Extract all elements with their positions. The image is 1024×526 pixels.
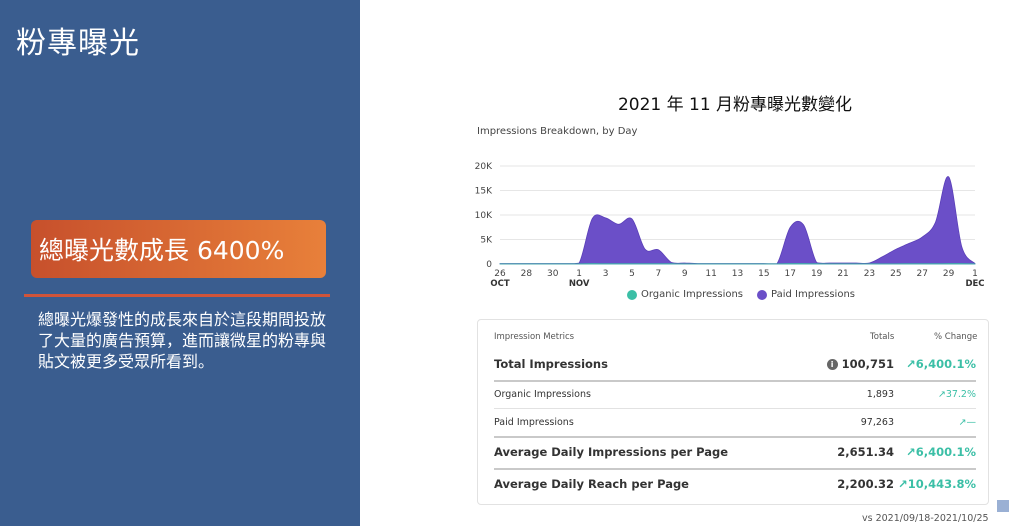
row-label: Average Daily Reach per Page: [494, 477, 689, 491]
growth-badge: 總曝光數成長 6400%: [31, 220, 326, 278]
row-change: ↗6,400.1%: [906, 357, 976, 371]
row-total: 97,263: [860, 416, 894, 428]
impression-metrics-table: Impression Metrics Totals % Change Total…: [477, 319, 989, 505]
table-row: Total Impressions i 100,751 ↗6,400.1%: [494, 349, 976, 379]
x-tick-label: 27: [916, 269, 927, 279]
x-tick-label: 17: [785, 269, 796, 279]
x-tick-label: 11: [705, 269, 716, 279]
x-tick-label: 30: [547, 269, 559, 279]
x-tick-label: 26: [494, 269, 506, 279]
corner-square: [997, 500, 1009, 512]
x-tick-label: 15: [758, 269, 769, 279]
y-tick-label: 20K: [475, 162, 493, 172]
table-row: Paid Impressions 97,263 ↗—: [494, 407, 976, 437]
row-label: Total Impressions: [494, 357, 608, 371]
x-tick-label: 1: [576, 269, 582, 279]
x-tick-label: 5: [629, 269, 635, 279]
legend-organic[interactable]: Organic Impressions: [627, 289, 743, 300]
legend-paid-label: Paid Impressions: [771, 289, 855, 300]
x-tick-label: 7: [655, 269, 661, 279]
chart-title: 2021 年 11 月粉專曝光數變化: [617, 95, 853, 115]
month-label: DEC: [965, 279, 984, 289]
x-tick-label: 13: [732, 269, 743, 279]
x-tick-label: 1: [972, 269, 978, 279]
chart-subtitle: Impressions Breakdown, by Day: [477, 126, 638, 137]
row-total: i 100,751: [784, 357, 894, 371]
chart-legend: Organic Impressions Paid Impressions: [627, 289, 855, 300]
impressions-area-chart: 05K10K15K20K26 28 30 1 3 5 7 9 11 13 15 17 19 21 23 25 2…: [475, 162, 985, 289]
description-text: 總曝光爆發性的成長來自於這段期間投放了大量的廣告預算，進而讓微星的粉專與貼文被更…: [38, 310, 327, 371]
row-label: Paid Impressions: [494, 416, 574, 428]
month-label: NOV: [569, 279, 590, 289]
row-total: 2,200.32: [837, 477, 894, 491]
legend-paid-dot: [757, 289, 768, 300]
y-tick-label: 15K: [475, 187, 493, 197]
legend-paid[interactable]: Paid Impressions: [757, 289, 855, 300]
info-icon[interactable]: i: [826, 359, 838, 370]
x-tick-label: 28: [521, 269, 533, 279]
table-row: Organic Impressions 1,893 ↗37.2%: [494, 379, 976, 409]
row-change: ↗6,400.1%: [906, 445, 976, 459]
series-paid-impressions: [499, 176, 976, 265]
x-tick-label: 25: [890, 269, 901, 279]
divider: [24, 294, 330, 297]
header-change: % Change: [934, 332, 978, 342]
x-tick-label: 3: [603, 269, 609, 279]
row-total: 1,893: [866, 388, 894, 400]
table-row: Average Daily Impressions per Page 2,651…: [494, 437, 976, 467]
x-tick-label: 21: [837, 269, 848, 279]
y-tick-label: 5K: [480, 236, 493, 246]
row-change: ↗—: [958, 416, 976, 428]
legend-organic-label: Organic Impressions: [641, 289, 744, 300]
row-change: ↗10,443.8%: [898, 477, 976, 491]
row-label: Organic Impressions: [494, 388, 591, 400]
x-tick-label: 23: [864, 269, 875, 279]
row-total-value: 100,751: [841, 357, 894, 371]
y-tick-label: 0: [486, 260, 492, 270]
legend-organic-dot: [627, 289, 637, 300]
header-metrics: Impression Metrics: [494, 332, 575, 342]
header-totals: Totals: [870, 332, 895, 342]
x-tick-label: 29: [943, 269, 955, 279]
row-change: ↗37.2%: [937, 388, 976, 400]
comparison-period: vs 2021/09/18-2021/10/25: [862, 513, 989, 524]
x-tick-label: 19: [811, 269, 823, 279]
table-row: Average Daily Reach per Page 2,200.32 ↗1…: [494, 469, 976, 499]
left-panel: 粉專曝光 總曝光數成長 6400% 總曝光爆發性的成長來自於這段期間投放了大量的…: [0, 0, 360, 526]
month-label: OCT: [490, 279, 509, 289]
row-label: Average Daily Impressions per Page: [494, 445, 729, 459]
slide-title: 粉專曝光: [16, 26, 140, 61]
row-total: 2,651.34: [837, 445, 894, 459]
x-tick-label: 9: [682, 269, 688, 279]
y-tick-label: 10K: [475, 211, 493, 221]
